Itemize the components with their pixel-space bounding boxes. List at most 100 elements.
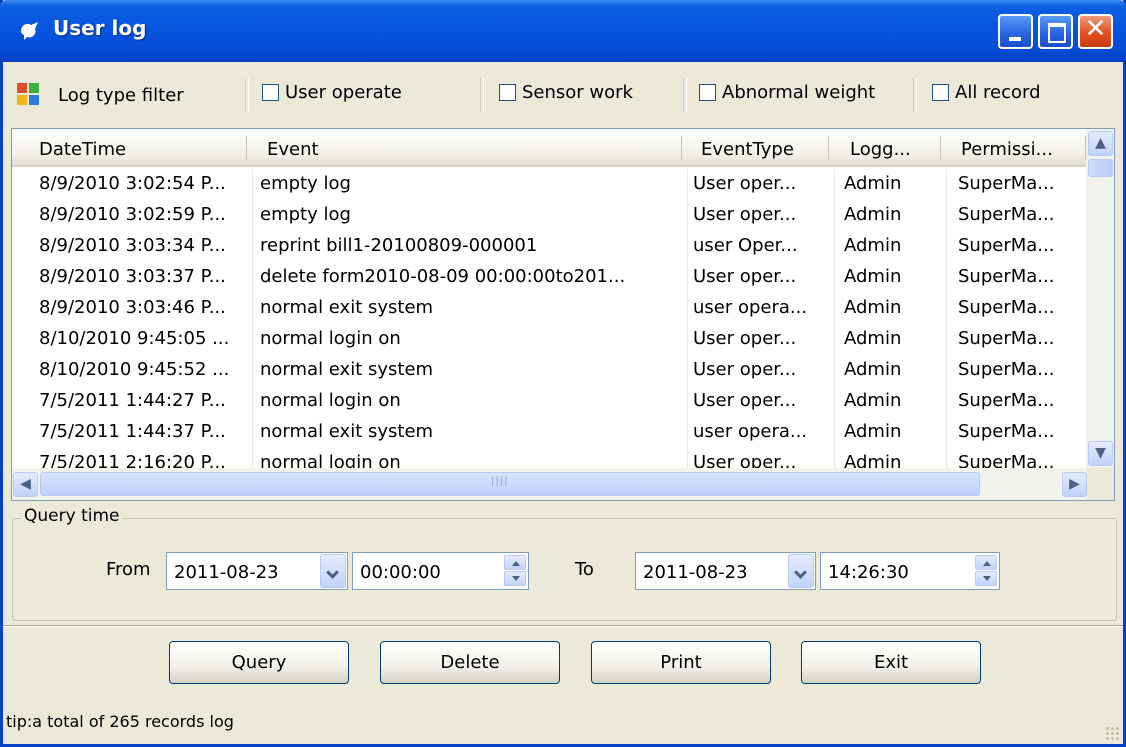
delete-button[interactable]: Delete — [380, 641, 560, 684]
checkbox-sensor-work[interactable]: Sensor work — [499, 82, 633, 103]
grid-line — [687, 417, 688, 448]
table-cell: 8/9/2010 3:02:54 P... — [39, 173, 226, 194]
grid-line — [834, 200, 835, 231]
to-date-picker[interactable]: 2011-08-23 — [635, 552, 816, 590]
grid-line — [252, 262, 253, 293]
print-button[interactable]: Print — [591, 641, 771, 684]
scroll-right-button[interactable]: ▶ — [1062, 472, 1087, 497]
column-divider[interactable] — [828, 136, 829, 160]
maximize-button[interactable] — [1038, 14, 1073, 49]
spin-up-icon[interactable] — [504, 555, 526, 570]
filter-label: Log type filter — [58, 85, 184, 106]
column-header-datetime[interactable]: DateTime — [39, 139, 126, 160]
vertical-scrollbar[interactable]: ▲ ▼ — [1086, 129, 1114, 468]
table-row[interactable]: 7/5/2011 1:44:27 P... normal login on User… — [12, 386, 1088, 417]
scroll-down-button[interactable]: ▼ — [1088, 441, 1113, 466]
spin-down-icon[interactable] — [504, 571, 526, 586]
table-row[interactable]: 8/10/2010 9:45:05 ... normal login on User… — [12, 324, 1088, 355]
checkbox-box[interactable] — [499, 84, 516, 101]
from-date-picker[interactable]: 2011-08-23 — [166, 552, 348, 590]
grid-line — [687, 231, 688, 262]
grid-line — [834, 324, 835, 355]
table-cell: 8/9/2010 3:03:46 P... — [39, 297, 226, 318]
from-time-field[interactable]: 00:00:00 — [352, 552, 529, 590]
grid-line — [687, 262, 688, 293]
table-cell: 8/9/2010 3:03:37 P... — [39, 266, 226, 287]
table-row[interactable]: 8/10/2010 9:45:52 ... normal exit system U… — [12, 355, 1088, 386]
to-time-spinner[interactable] — [975, 555, 997, 587]
grid-line — [252, 169, 253, 200]
table-row[interactable]: 8/9/2010 3:03:34 P... reprint bill1-20100… — [12, 231, 1088, 262]
column-header-event[interactable]: Event — [267, 139, 319, 160]
table-row[interactable]: 8/9/2010 3:03:37 P... delete form2010-08-… — [12, 262, 1088, 293]
group-title: Query time — [21, 506, 123, 526]
table-cell: SuperMa... — [958, 421, 1055, 442]
table-cell: 7/5/2011 1:44:37 P... — [39, 421, 226, 442]
chevron-down-icon[interactable] — [320, 554, 346, 588]
vertical-scroll-thumb[interactable] — [1088, 159, 1113, 177]
toolbar-separator — [480, 78, 484, 112]
to-time-field[interactable]: 14:26:30 — [820, 552, 1000, 590]
table-cell: Admin — [844, 390, 902, 411]
to-date-value: 2011-08-23 — [643, 562, 748, 583]
from-time-value: 00:00:00 — [360, 562, 441, 583]
column-header-permission[interactable]: Permissi... — [961, 139, 1053, 160]
grid-line — [687, 200, 688, 231]
checkbox-all-record[interactable]: All record — [932, 82, 1041, 103]
table-cell: empty log — [260, 204, 351, 225]
horizontal-scroll-thumb[interactable]: |||| — [40, 472, 980, 496]
query-button[interactable]: Query — [169, 641, 349, 684]
column-divider[interactable] — [940, 136, 941, 160]
column-divider[interactable] — [246, 136, 247, 160]
table-cell: Admin — [844, 421, 902, 442]
column-divider[interactable] — [681, 136, 682, 160]
from-label: From — [106, 559, 151, 580]
checkbox-box[interactable] — [262, 84, 279, 101]
table-row[interactable]: 8/9/2010 3:02:54 P... empty log User oper.… — [12, 169, 1088, 200]
table-cell: normal exit system — [260, 421, 434, 442]
table-cell: user opera... — [693, 421, 808, 442]
from-time-spinner[interactable] — [504, 555, 526, 587]
grid-line — [946, 200, 947, 231]
checkbox-box[interactable] — [932, 84, 949, 101]
grid-line — [252, 293, 253, 324]
filter-toolbar: Log type filter User operate Sensor work… — [3, 64, 1123, 128]
table-cell: Admin — [844, 359, 902, 380]
table-row[interactable]: 8/9/2010 3:03:46 P... normal exit system u… — [12, 293, 1088, 324]
table-cell: 8/9/2010 3:02:59 P... — [39, 204, 226, 225]
grid-line — [834, 386, 835, 417]
grid-line — [252, 200, 253, 231]
exit-button[interactable]: Exit — [801, 641, 981, 684]
grid-line — [687, 324, 688, 355]
table-cell: Admin — [844, 173, 902, 194]
grid-line — [687, 355, 688, 386]
column-header-logger[interactable]: Logg... — [850, 139, 911, 160]
table-row[interactable]: 8/9/2010 3:02:59 P... empty log User oper.… — [12, 200, 1088, 231]
scroll-up-button[interactable]: ▲ — [1088, 131, 1113, 156]
horizontal-scrollbar[interactable]: ◀ |||| ▶ — [12, 468, 1088, 500]
spin-up-icon[interactable] — [975, 555, 997, 570]
table-cell: SuperMa... — [958, 266, 1055, 287]
checkbox-user-operate[interactable]: User operate — [262, 82, 402, 103]
checkbox-abnormal-weight[interactable]: Abnormal weight — [699, 82, 875, 103]
spin-down-icon[interactable] — [975, 571, 997, 586]
scroll-left-button[interactable]: ◀ — [13, 472, 38, 497]
grid-line — [252, 324, 253, 355]
checkbox-box[interactable] — [699, 84, 716, 101]
table-row[interactable]: 7/5/2011 1:44:37 P... normal exit system u… — [12, 417, 1088, 448]
grid-line — [946, 231, 947, 262]
log-list-view[interactable]: DateTime Event EventType Logg... Permiss… — [11, 128, 1115, 501]
table-cell: 8/10/2010 9:45:05 ... — [39, 328, 230, 349]
table-cell: normal exit system — [260, 359, 434, 380]
minimize-button[interactable] — [998, 14, 1033, 49]
close-button[interactable]: ✕ — [1078, 14, 1113, 49]
grid-line — [946, 355, 947, 386]
scrollbar-corner — [1087, 468, 1114, 500]
column-header-eventtype[interactable]: EventType — [701, 139, 794, 160]
table-cell: user Oper... — [693, 235, 798, 256]
chevron-down-icon[interactable] — [788, 554, 814, 588]
table-cell: 7/5/2011 1:44:27 P... — [39, 390, 226, 411]
table-cell: Admin — [844, 297, 902, 318]
resize-grip-icon[interactable] — [1105, 726, 1119, 740]
title-bar[interactable]: User log ✕ — [0, 0, 1126, 62]
